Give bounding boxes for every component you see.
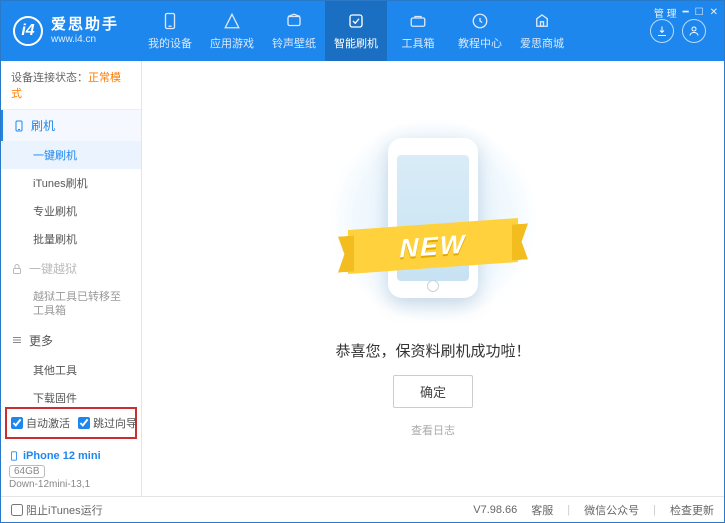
sidebar-group-more[interactable]: 更多 — [1, 325, 141, 356]
nav-icon — [346, 11, 366, 31]
account-button[interactable] — [682, 19, 706, 43]
app-window: i4 爱思助手 www.i4.cn 我的设备 应用游戏 铃声壁纸 智能刷机 工具箱 教程中… — [0, 0, 725, 523]
sidebar-group-jailbreak[interactable]: 一键越狱 — [1, 253, 141, 284]
titlebar: i4 爱思助手 www.i4.cn 我的设备 应用游戏 铃声壁纸 智能刷机 工具箱 教程中… — [1, 1, 724, 61]
nav-label: 教程中心 — [458, 35, 502, 51]
support-link[interactable]: 客服 — [531, 502, 553, 518]
nav-label: 爱思商城 — [520, 35, 564, 51]
block-itunes-label: 阻止iTunes运行 — [26, 502, 103, 518]
sidebar-item-flash-0[interactable]: 一键刷机 — [1, 141, 141, 169]
success-message: 恭喜您，保资料刷机成功啦！ — [335, 340, 530, 361]
nav-item-6[interactable]: 爱思商城 — [511, 1, 573, 61]
window-controls: 管 理 ━ ☐ ✕ — [654, 5, 718, 20]
nav-item-3[interactable]: 智能刷机 — [325, 1, 387, 61]
device-name[interactable]: iPhone 12 mini — [9, 449, 133, 463]
sidebar-item-more-1[interactable]: 下载固件 — [1, 384, 141, 403]
confirm-button[interactable]: 确定 — [393, 375, 473, 408]
check-update-link[interactable]: 检查更新 — [670, 502, 714, 518]
device-storage-badge: 64GB — [9, 465, 45, 478]
skip-guide-checkbox[interactable]: 跳过向导 — [78, 415, 137, 431]
main-panel: NEW 恭喜您，保资料刷机成功啦！ 确定 查看日志 — [142, 61, 724, 496]
options-highlight-box: 自动激活 跳过向导 — [5, 407, 137, 439]
phone-icon — [9, 449, 19, 463]
nav-icon — [284, 11, 304, 31]
success-illustration: NEW — [328, 120, 538, 320]
sidebar-group-flash[interactable]: 刷机 — [1, 110, 141, 141]
nav-icon — [160, 11, 180, 31]
nav-label: 铃声壁纸 — [272, 35, 316, 51]
close-button[interactable]: ✕ — [710, 7, 718, 18]
conn-status-label: 设备连接状态： — [11, 72, 88, 84]
sidebar-group-more-label: 更多 — [29, 332, 53, 349]
nav-icon — [532, 11, 552, 31]
nav-item-4[interactable]: 工具箱 — [387, 1, 449, 61]
nav-icon — [470, 11, 490, 31]
nav-label: 应用游戏 — [210, 35, 254, 51]
menu-icon — [11, 334, 23, 346]
sidebar-item-flash-2[interactable]: 专业刷机 — [1, 197, 141, 225]
statusbar: 阻止iTunes运行 V7.98.66 客服 | 微信公众号 | 检查更新 — [1, 496, 724, 522]
main-nav: 我的设备 应用游戏 铃声壁纸 智能刷机 工具箱 教程中心 爱思商城 — [139, 1, 573, 61]
download-button[interactable] — [650, 19, 674, 43]
sidebar-item-flash-3[interactable]: 批量刷机 — [1, 225, 141, 253]
lock-icon — [11, 263, 23, 275]
auto-activate-label: 自动激活 — [26, 415, 70, 431]
app-url: www.i4.cn — [51, 34, 119, 45]
block-itunes-checkbox[interactable]: 阻止iTunes运行 — [11, 502, 103, 518]
logo-icon: i4 — [13, 16, 43, 46]
version-text: V7.98.66 — [473, 504, 517, 516]
sidebar: 设备连接状态：正常模式 刷机 一键刷机iTunes刷机专业刷机批量刷机 一键越狱… — [1, 61, 142, 496]
auto-activate-checkbox[interactable]: 自动激活 — [11, 415, 70, 431]
phone-icon — [13, 120, 25, 132]
minimize-button[interactable]: ━ — [683, 7, 689, 18]
nav-item-5[interactable]: 教程中心 — [449, 1, 511, 61]
nav-icon — [408, 11, 428, 31]
nav-label: 智能刷机 — [334, 35, 378, 51]
win-extra[interactable]: 管 理 — [654, 5, 677, 20]
sidebar-item-flash-1[interactable]: iTunes刷机 — [1, 169, 141, 197]
sidebar-item-more-0[interactable]: 其他工具 — [1, 356, 141, 384]
device-firmware: Down-12mini-13,1 — [9, 479, 133, 490]
phone-illustration — [388, 138, 478, 298]
maximize-button[interactable]: ☐ — [695, 7, 704, 18]
nav-label: 工具箱 — [402, 35, 435, 51]
nav-item-2[interactable]: 铃声壁纸 — [263, 1, 325, 61]
nav-item-0[interactable]: 我的设备 — [139, 1, 201, 61]
jailbreak-note: 越狱工具已转移至工具箱 — [1, 284, 141, 325]
app-title: 爱思助手 — [51, 17, 119, 34]
nav-label: 我的设备 — [148, 35, 192, 51]
wechat-link[interactable]: 微信公众号 — [584, 502, 639, 518]
device-info: iPhone 12 mini 64GB Down-12mini-13,1 — [1, 443, 141, 496]
view-log-link[interactable]: 查看日志 — [411, 422, 455, 438]
nav-item-1[interactable]: 应用游戏 — [201, 1, 263, 61]
logo: i4 爱思助手 www.i4.cn — [13, 16, 119, 46]
connection-status: 设备连接状态：正常模式 — [1, 61, 141, 110]
sidebar-group-flash-label: 刷机 — [31, 117, 55, 134]
nav-icon — [222, 11, 242, 31]
skip-guide-label: 跳过向导 — [93, 415, 137, 431]
sidebar-group-jailbreak-label: 一键越狱 — [29, 260, 77, 277]
